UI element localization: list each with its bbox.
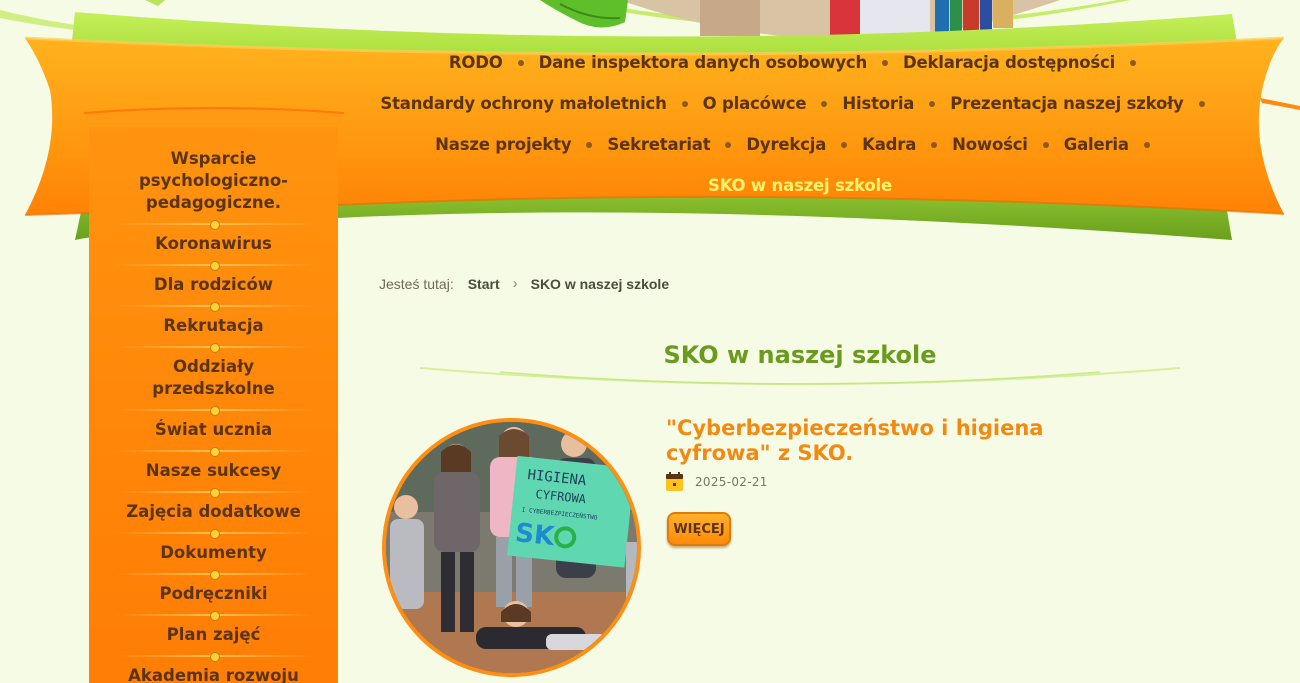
- sidebar-item-rekrutacja[interactable]: Rekrutacja: [89, 315, 338, 337]
- nav-dyrekcja[interactable]: Dyrekcja: [746, 135, 826, 154]
- sidebar-separator: [113, 296, 314, 315]
- sidebar-separator: [113, 255, 314, 274]
- sidebar-item-koronawirus[interactable]: Koronawirus: [89, 233, 338, 255]
- sidebar-separator: [113, 605, 314, 624]
- sidebar-item-dla-rodzicow[interactable]: Dla rodziców: [89, 274, 338, 296]
- nav-bullet: [841, 141, 848, 148]
- nav-row: Nasze projekty Sekretariat Dyrekcja Kadr…: [380, 124, 1220, 165]
- chevron-right-icon: ›: [512, 275, 518, 292]
- nav-sko-active[interactable]: SKO w naszej szkole: [708, 176, 892, 195]
- sidebar-menu: Wsparcie psychologiczno-pedagogiczne. Ko…: [89, 148, 338, 683]
- article-date: 2025-02-21: [695, 474, 768, 489]
- nav-historia[interactable]: Historia: [842, 94, 914, 113]
- sidebar-separator: [113, 646, 314, 665]
- nav-bullet: [882, 59, 889, 66]
- nav-bullet: [681, 100, 688, 107]
- sidebar-item-wsparcie[interactable]: Wsparcie psychologiczno-pedagogiczne.: [89, 148, 338, 214]
- nav-bullet: [517, 59, 524, 66]
- sidebar-item-zajecia-dodatkowe[interactable]: Zajęcia dodatkowe: [89, 501, 338, 523]
- nav-deklaracja-dostepnosci[interactable]: Deklaracja dostępności: [903, 53, 1115, 72]
- article-thumbnail[interactable]: HIGIENA CYFROWA I CYBERBEZPIECZEŃSTWO SK: [382, 418, 641, 677]
- calendar-icon: [666, 472, 683, 491]
- sidebar-item-oddzialy[interactable]: Oddziały przedszkolne: [89, 356, 338, 400]
- sidebar-item-podreczniki[interactable]: Podręczniki: [89, 583, 338, 605]
- nav-bullet: [1198, 100, 1205, 107]
- sidebar-separator: [113, 564, 314, 583]
- sidebar: Wsparcie psychologiczno-pedagogiczne. Ko…: [89, 118, 338, 683]
- sidebar-item-swiat-ucznia[interactable]: Świat ucznia: [89, 419, 338, 441]
- article-photo-illustration: HIGIENA CYFROWA I CYBERBEZPIECZEŃSTWO SK: [386, 422, 637, 673]
- breadcrumb-prefix: Jesteś tutaj:: [379, 275, 454, 292]
- nav-nasze-projekty[interactable]: Nasze projekty: [435, 135, 571, 154]
- sidebar-separator: [113, 523, 314, 542]
- sidebar-curl: [84, 107, 344, 127]
- sidebar-separator: [113, 400, 314, 419]
- sidebar-item-plan-zajec[interactable]: Plan zajęć: [89, 624, 338, 646]
- sidebar-item-akademia-rozwoju[interactable]: Akademia rozwoju: [89, 665, 338, 683]
- article-title-link[interactable]: "Cyberbezpieczeństwo i higiena cyfrowa" …: [666, 416, 1106, 466]
- sidebar-separator: [113, 441, 314, 460]
- sidebar-separator: [113, 214, 314, 233]
- nav-bullet: [821, 100, 828, 107]
- breadcrumb: Jesteś tutaj: Start › SKO w naszej szkol…: [379, 275, 669, 292]
- nav-bullet: [1143, 141, 1150, 148]
- nav-dane-inspektora[interactable]: Dane inspektora danych osobowych: [539, 53, 868, 72]
- title-underline: [420, 367, 1180, 385]
- nav-bullet: [929, 100, 936, 107]
- breadcrumb-start-link[interactable]: Start: [468, 276, 500, 292]
- more-button[interactable]: WIĘCEJ: [667, 512, 731, 546]
- sidebar-separator: [113, 337, 314, 356]
- nav-prezentacja[interactable]: Prezentacja naszej szkoły: [950, 94, 1184, 113]
- top-navigation: RODO Dane inspektora danych osobowych De…: [380, 42, 1220, 206]
- svg-text:SK: SK: [514, 518, 557, 552]
- nav-row: RODO Dane inspektora danych osobowych De…: [380, 42, 1220, 83]
- nav-bullet: [1130, 59, 1137, 66]
- nav-standardy-ochrony[interactable]: Standardy ochrony małoletnich: [380, 94, 666, 113]
- sidebar-item-nasze-sukcesy[interactable]: Nasze sukcesy: [89, 460, 338, 482]
- nav-bullet: [725, 141, 732, 148]
- breadcrumb-current: SKO w naszej szkole: [530, 275, 670, 292]
- nav-bullet: [931, 141, 938, 148]
- nav-nowosci[interactable]: Nowości: [952, 135, 1028, 154]
- nav-sekretariat[interactable]: Sekretariat: [607, 135, 710, 154]
- nav-bullet: [1042, 141, 1049, 148]
- nav-row: SKO w naszej szkole: [380, 165, 1220, 206]
- sidebar-item-dokumenty[interactable]: Dokumenty: [89, 542, 338, 564]
- nav-kadra[interactable]: Kadra: [862, 135, 916, 154]
- nav-bullet: [586, 141, 593, 148]
- nav-rodo[interactable]: RODO: [449, 53, 503, 72]
- nav-galeria[interactable]: Galeria: [1064, 135, 1129, 154]
- article-meta: 2025-02-21: [666, 472, 768, 491]
- nav-row: Standardy ochrony małoletnich O placówce…: [380, 83, 1220, 124]
- nav-o-placowce[interactable]: O placówce: [703, 94, 807, 113]
- sidebar-separator: [113, 482, 314, 501]
